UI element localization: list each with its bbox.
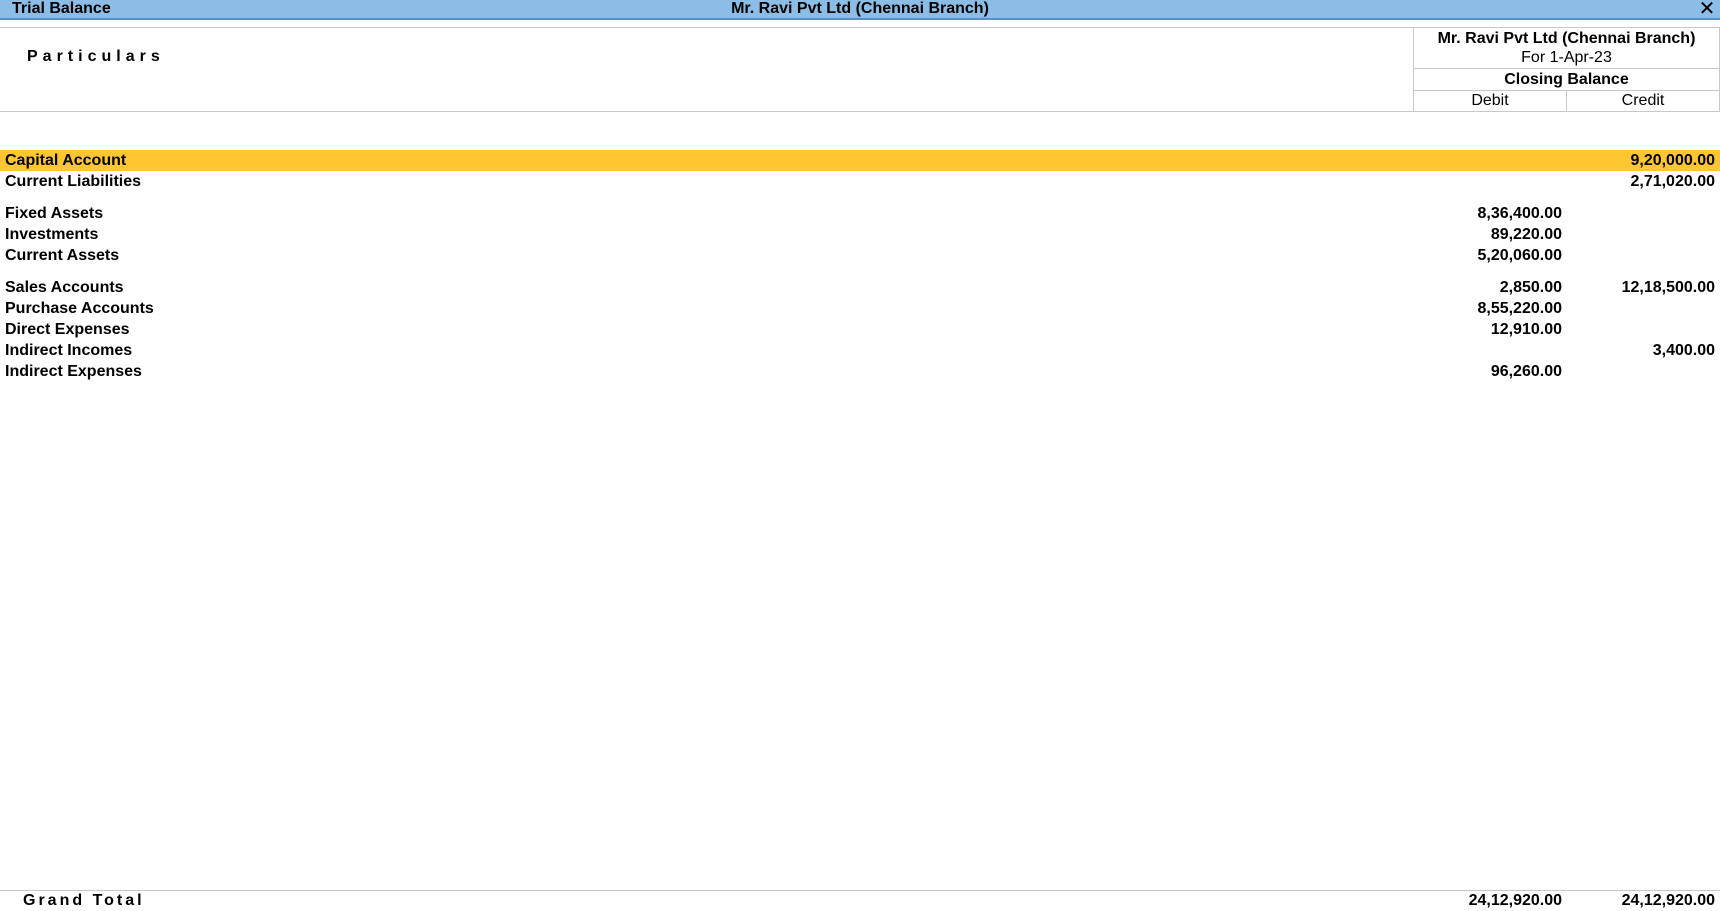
table-row[interactable]: Current Liabilities 2,71,020.00 [0,171,1720,192]
table-row[interactable]: Current Assets 5,20,060.00 [0,245,1720,266]
report-header: Particulars Mr. Ravi Pvt Ltd (Chennai Br… [0,27,1720,112]
table-row[interactable]: Fixed Assets 8,36,400.00 [0,203,1720,224]
column-period: For 1-Apr-23 [1521,49,1612,66]
row-name: Current Assets [5,247,120,264]
row-credit: 9,20,000.00 [1630,152,1715,169]
table-row[interactable]: Indirect Expenses 96,260.00 [0,361,1720,382]
row-name: Direct Expenses [5,321,130,338]
table-row[interactable]: Investments 89,220.00 [0,224,1720,245]
row-name: Fixed Assets [5,205,104,222]
grand-total-row: Grand Total 24,12,920.00 24,12,920.00 [0,890,1720,911]
row-debit: 2,850.00 [1499,279,1562,296]
row-debit: 8,36,400.00 [1477,205,1562,222]
company-title: Mr. Ravi Pvt Ltd (Chennai Branch) [731,0,989,17]
row-name: Indirect Incomes [5,342,133,359]
row-debit: 12,910.00 [1490,321,1562,338]
credit-heading: Credit [1621,92,1665,109]
row-credit: 2,71,020.00 [1630,173,1715,190]
table-row[interactable]: Indirect Incomes 3,400.00 [0,340,1720,361]
row-name: Purchase Accounts [5,300,154,317]
table-row[interactable]: Sales Accounts 2,850.00 12,18,500.00 [0,277,1720,298]
row-name: Capital Account [5,152,127,169]
row-debit: 89,220.00 [1490,226,1562,243]
row-name: Investments [5,226,99,243]
ledger-group-list: Capital Account 9,20,000.00 Current Liab… [0,150,1720,382]
title-bar: Trial Balance Mr. Ravi Pvt Ltd (Chennai … [0,0,1720,20]
closing-balance-heading: Closing Balance [1414,68,1719,91]
row-name: Sales Accounts [5,279,124,296]
debit-heading: Debit [1414,90,1567,111]
table-row[interactable]: Purchase Accounts 8,55,220.00 [0,298,1720,319]
row-credit: 12,18,500.00 [1621,279,1715,296]
column-company-name: Mr. Ravi Pvt Ltd (Chennai Branch) [1437,30,1696,47]
column-header-block: Mr. Ravi Pvt Ltd (Chennai Branch) For 1-… [1413,28,1720,111]
grand-total-debit: 24,12,920.00 [1468,892,1562,909]
row-debit: 8,55,220.00 [1477,300,1562,317]
row-debit: 5,20,060.00 [1477,247,1562,264]
row-name: Current Liabilities [5,173,142,190]
row-credit: 3,400.00 [1652,342,1715,359]
table-row[interactable]: Capital Account 9,20,000.00 [0,150,1720,171]
grand-total-credit: 24,12,920.00 [1621,892,1715,909]
table-row[interactable]: Direct Expenses 12,910.00 [0,319,1720,340]
trial-balance-page: Trial Balance Mr. Ravi Pvt Ltd (Chennai … [0,0,1720,911]
close-icon[interactable]: ✕ [1698,0,1716,19]
row-name: Indirect Expenses [5,363,142,380]
particulars-heading: Particulars [27,48,165,65]
row-debit: 96,260.00 [1490,363,1562,380]
grand-total-label: Grand Total [23,892,145,909]
